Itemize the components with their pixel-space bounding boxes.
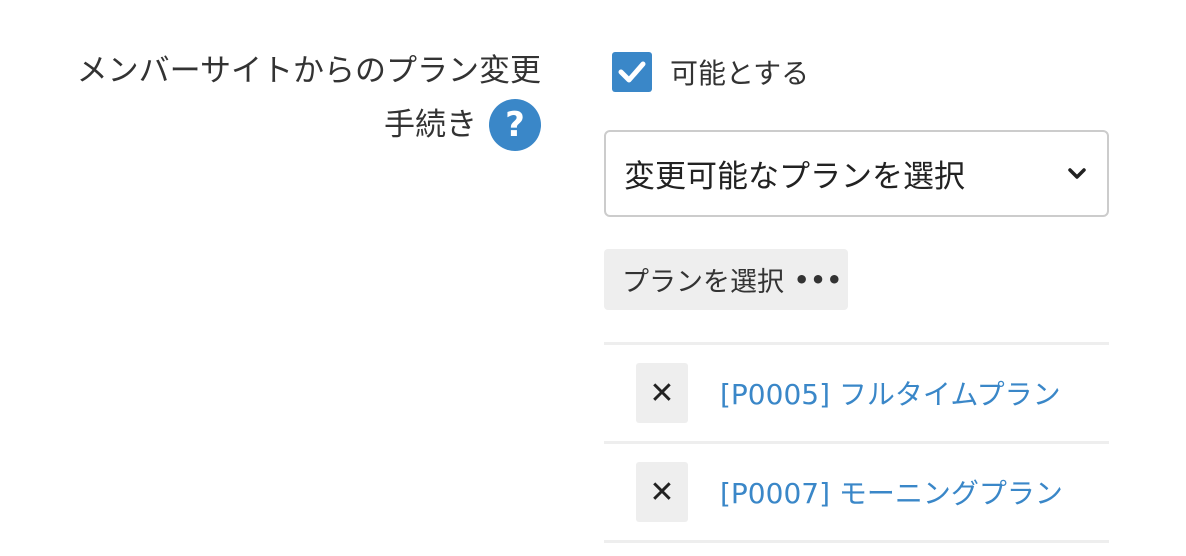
field-label-line1: メンバーサイトからのプラン変更 (76, 53, 541, 89)
plan-select-value: 変更可能なプランを選択 (624, 159, 965, 195)
plan-link[interactable]: [P0007] モーニングプラン (720, 472, 1063, 512)
enable-checkbox-label[interactable]: 可能とする (670, 52, 809, 92)
select-plan-button-label: プランを選択 (622, 267, 784, 298)
plan-select[interactable]: 変更可能なプランを選択 (604, 130, 1109, 217)
list-item: ✕ [P0007] モーニングプラン (604, 441, 1109, 543)
selected-plan-list: ✕ [P0005] フルタイムプラン ✕ [P0007] モーニングプラン (604, 342, 1109, 543)
ellipsis-icon: ••• (794, 265, 844, 294)
checkmark-icon (618, 61, 646, 83)
enable-checkbox[interactable] (612, 52, 652, 92)
select-plan-button[interactable]: プランを選択 ••• (604, 249, 848, 310)
question-icon[interactable]: ? (489, 99, 541, 151)
enable-checkbox-row[interactable]: 可能とする (612, 52, 809, 92)
field-label-line2-text: 手続き (384, 107, 477, 143)
chevron-down-icon (1067, 164, 1087, 184)
field-label: メンバーサイトからのプラン変更 手続き ? (0, 44, 541, 152)
remove-plan-button[interactable]: ✕ (636, 462, 688, 522)
remove-plan-button[interactable]: ✕ (636, 363, 688, 423)
field-label-line2: 手続き ? (0, 98, 541, 152)
list-item: ✕ [P0005] フルタイムプラン (604, 342, 1109, 441)
plan-link[interactable]: [P0005] フルタイムプラン (720, 373, 1061, 413)
